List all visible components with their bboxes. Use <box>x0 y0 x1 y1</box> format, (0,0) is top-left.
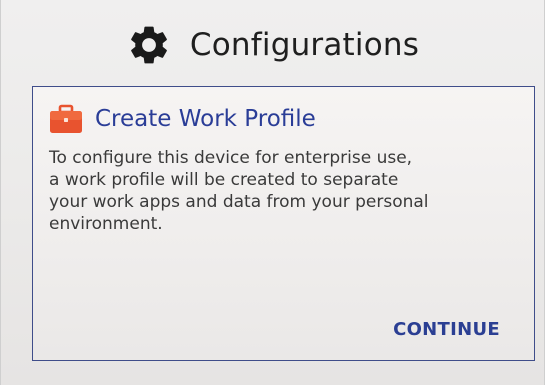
description-line: a work profile will be created to separa… <box>49 170 399 190</box>
create-work-profile-card: Create Work Profile To configure this de… <box>32 86 535 361</box>
description-line: your work apps and data from your person… <box>49 192 429 212</box>
card-description: To configure this device for enterprise … <box>49 147 519 235</box>
briefcase-icon <box>49 104 83 134</box>
gear-icon <box>126 22 172 68</box>
description-line: environment. <box>49 214 163 234</box>
header: Configurations <box>1 18 544 72</box>
card-header: Create Work Profile <box>49 103 316 135</box>
description-line: To configure this device for enterprise … <box>49 148 413 168</box>
page-title: Configurations <box>189 27 420 63</box>
screen: Configurations Create Work Profile To co… <box>0 0 545 385</box>
card-title: Create Work Profile <box>95 106 316 132</box>
continue-button[interactable]: CONTINUE <box>391 313 502 346</box>
